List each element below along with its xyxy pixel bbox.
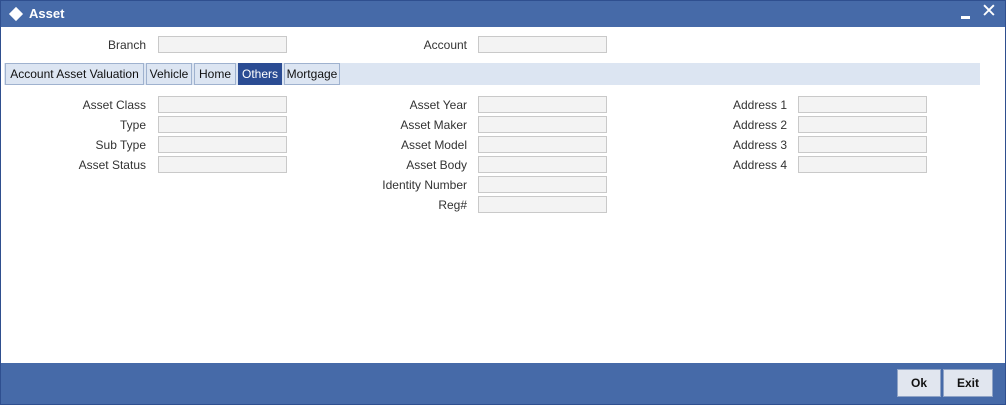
asset-maker-label: Asset Maker (400, 118, 467, 132)
tab-home[interactable]: Home (194, 63, 236, 85)
asset-maker-field[interactable] (478, 116, 607, 133)
exit-button[interactable]: Exit (943, 369, 993, 397)
tab-strip: Account Asset Valuation Vehicle Home Oth… (4, 63, 980, 85)
reg-label: Reg# (438, 198, 467, 212)
address4-field[interactable] (798, 156, 927, 173)
address3-field[interactable] (798, 136, 927, 153)
type-label: Type (119, 118, 146, 132)
tab-others[interactable]: Others (238, 63, 282, 85)
asset-model-field[interactable] (478, 136, 607, 153)
asset-status-label: Asset Status (78, 158, 146, 172)
tab-mortgage[interactable]: Mortgage (284, 63, 340, 85)
type-field[interactable] (158, 116, 287, 133)
sub-type-field[interactable] (158, 136, 287, 153)
branch-label: Branch (107, 38, 146, 52)
asset-model-label: Asset Model (400, 138, 467, 152)
asset-window: Asset ✕ Branch Account Account Asset Val… (0, 0, 1006, 405)
close-icon[interactable]: ✕ (981, 2, 997, 22)
asset-status-field[interactable] (158, 156, 287, 173)
address2-label: Address 2 (732, 118, 787, 132)
identity-number-label: Identity Number (382, 178, 467, 192)
footer-bar: Ok Exit (1, 363, 1005, 404)
account-field[interactable] (478, 36, 607, 53)
address1-field[interactable] (798, 96, 927, 113)
asset-year-field[interactable] (478, 96, 607, 113)
asset-year-label: Asset Year (409, 98, 467, 112)
account-label: Account (423, 38, 467, 52)
ok-button[interactable]: Ok (897, 369, 941, 397)
asset-body-label: Asset Body (406, 158, 467, 172)
reg-field[interactable] (478, 196, 607, 213)
tab-account-asset-valuation[interactable]: Account Asset Valuation (5, 63, 144, 85)
minimize-icon[interactable] (959, 6, 973, 22)
address2-field[interactable] (798, 116, 927, 133)
address4-label: Address 4 (732, 158, 787, 172)
window-title: Asset (29, 6, 65, 21)
branch-field[interactable] (158, 36, 287, 53)
asset-class-field[interactable] (158, 96, 287, 113)
sub-type-label: Sub Type (95, 138, 146, 152)
identity-number-field[interactable] (478, 176, 607, 193)
asset-body-field[interactable] (478, 156, 607, 173)
asset-class-label: Asset Class (82, 98, 146, 112)
address3-label: Address 3 (732, 138, 787, 152)
title-bar: Asset ✕ (1, 1, 1005, 27)
tab-vehicle[interactable]: Vehicle (146, 63, 192, 85)
address1-label: Address 1 (732, 98, 787, 112)
window-diamond-icon (8, 6, 24, 22)
